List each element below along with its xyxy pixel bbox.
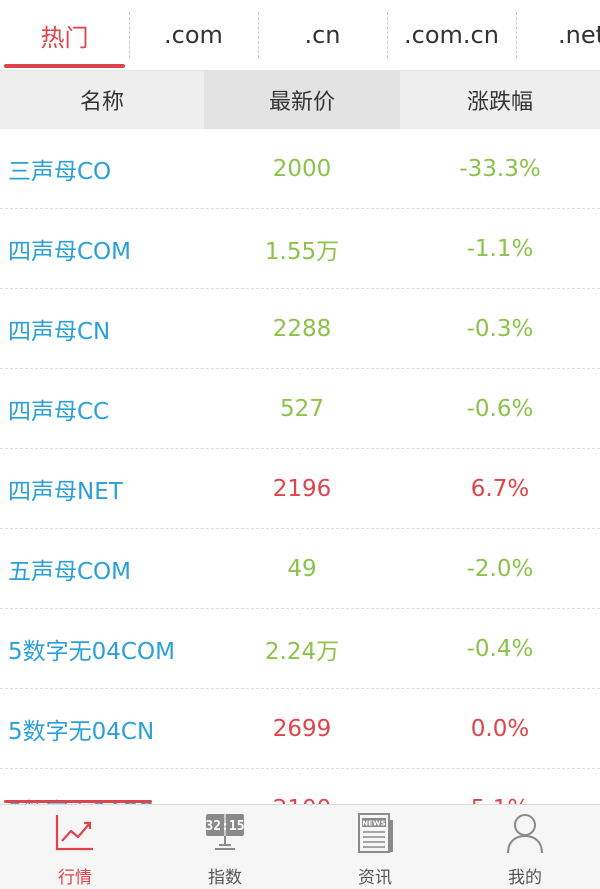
row-change: 6.7% (470, 475, 530, 502)
row-price: 2100 (204, 769, 400, 805)
tab-cn[interactable]: .cn (258, 0, 387, 70)
table-row[interactable]: 五声母COM 49 -2.0% (0, 529, 600, 609)
row-name: 五声母COM (8, 558, 132, 585)
tab-label: .net (558, 21, 600, 49)
table-row[interactable]: 四声母CN 2288 -0.3% (0, 289, 600, 369)
table-body: 三声母CO 2000 -33.3% 四声母COM 1.55万 -1.1% 四声母… (0, 129, 600, 804)
row-change: -0.4% (466, 635, 534, 662)
table-header: 名称 最新价 涨跌幅 (0, 71, 600, 129)
row-price: 2000 (272, 155, 332, 182)
scroll-indicator (4, 800, 152, 803)
nav-index[interactable]: 32:15 指数 (150, 805, 300, 889)
table-row[interactable]: 四声母NET 2196 6.7% (0, 449, 600, 529)
newspaper-text: NEWS (362, 820, 385, 828)
header-name[interactable]: 名称 (0, 71, 204, 129)
row-change: -0.3% (466, 315, 534, 342)
row-price: 2699 (272, 715, 332, 742)
tab-net[interactable]: .net (516, 0, 600, 70)
nav-label: 资讯 (358, 868, 392, 888)
tab-com-cn[interactable]: .com.cn (387, 0, 516, 70)
row-name: 四声母CC (8, 398, 110, 425)
nav-label: 指数 (208, 868, 242, 888)
nav-mine[interactable]: 我的 (450, 805, 600, 889)
table-row[interactable]: 四声母COM 1.55万 -1.1% (0, 209, 600, 289)
index-board-text: 32:15 (205, 819, 244, 834)
tab-com[interactable]: .com (129, 0, 258, 70)
nav-label: 行情 (58, 868, 92, 888)
row-change: -1.1% (466, 235, 534, 262)
newspaper-icon: NEWS (358, 813, 393, 853)
row-price: 527 (280, 395, 324, 422)
row-name: 三声母CO (8, 158, 112, 185)
row-price: 2.24万 (264, 638, 340, 665)
nav-label: 我的 (508, 868, 542, 888)
chart-line-icon (55, 815, 93, 851)
row-price: 49 (287, 555, 317, 582)
table-row[interactable]: 四声母CC 527 -0.6% (0, 369, 600, 449)
table-row[interactable]: 5数字无04COM 2.24万 -0.4% (0, 609, 600, 689)
table-row[interactable]: 5数字无04CN 2699 0.0% (0, 689, 600, 769)
row-price: 1.55万 (264, 238, 340, 265)
row-change: -2.0% (466, 555, 534, 582)
table-row[interactable]: 三声母CO 2000 -33.3% (0, 129, 600, 209)
nav-quotes[interactable]: 行情 (0, 805, 150, 889)
bottom-nav: 行情 32:15 指数 NEWS 资讯 我的 (0, 804, 600, 889)
tab-label: .com.cn (404, 21, 499, 49)
tab-label: 热门 (40, 23, 89, 52)
nav-news[interactable]: NEWS 资讯 (300, 805, 450, 889)
row-name: 5数字无04COM (8, 638, 175, 665)
row-name: 5数字无04CC (0, 769, 204, 805)
tab-label: .com (164, 21, 223, 49)
row-change: -0.6% (466, 395, 534, 422)
row-change: -33.3% (459, 155, 541, 182)
row-change: 0.0% (470, 715, 530, 742)
row-change: 5.1% (400, 769, 600, 805)
row-name: 5数字无04CN (8, 718, 155, 745)
row-name: 四声母COM (8, 238, 132, 265)
table-row[interactable]: 5数字无04CC 2100 5.1% (0, 769, 600, 805)
user-icon (507, 814, 543, 854)
tab-hot[interactable]: 热门 (0, 0, 129, 70)
top-tab-bar: 热门 .com .cn .com.cn .net (0, 0, 600, 71)
header-price[interactable]: 最新价 (204, 71, 400, 129)
row-name: 四声母NET (8, 478, 123, 505)
header-change[interactable]: 涨跌幅 (400, 71, 600, 129)
row-price: 2288 (272, 315, 332, 342)
index-board-icon: 32:15 (205, 814, 245, 850)
row-price: 2196 (272, 475, 332, 502)
tab-label: .cn (304, 21, 341, 49)
row-name: 四声母CN (8, 318, 111, 345)
